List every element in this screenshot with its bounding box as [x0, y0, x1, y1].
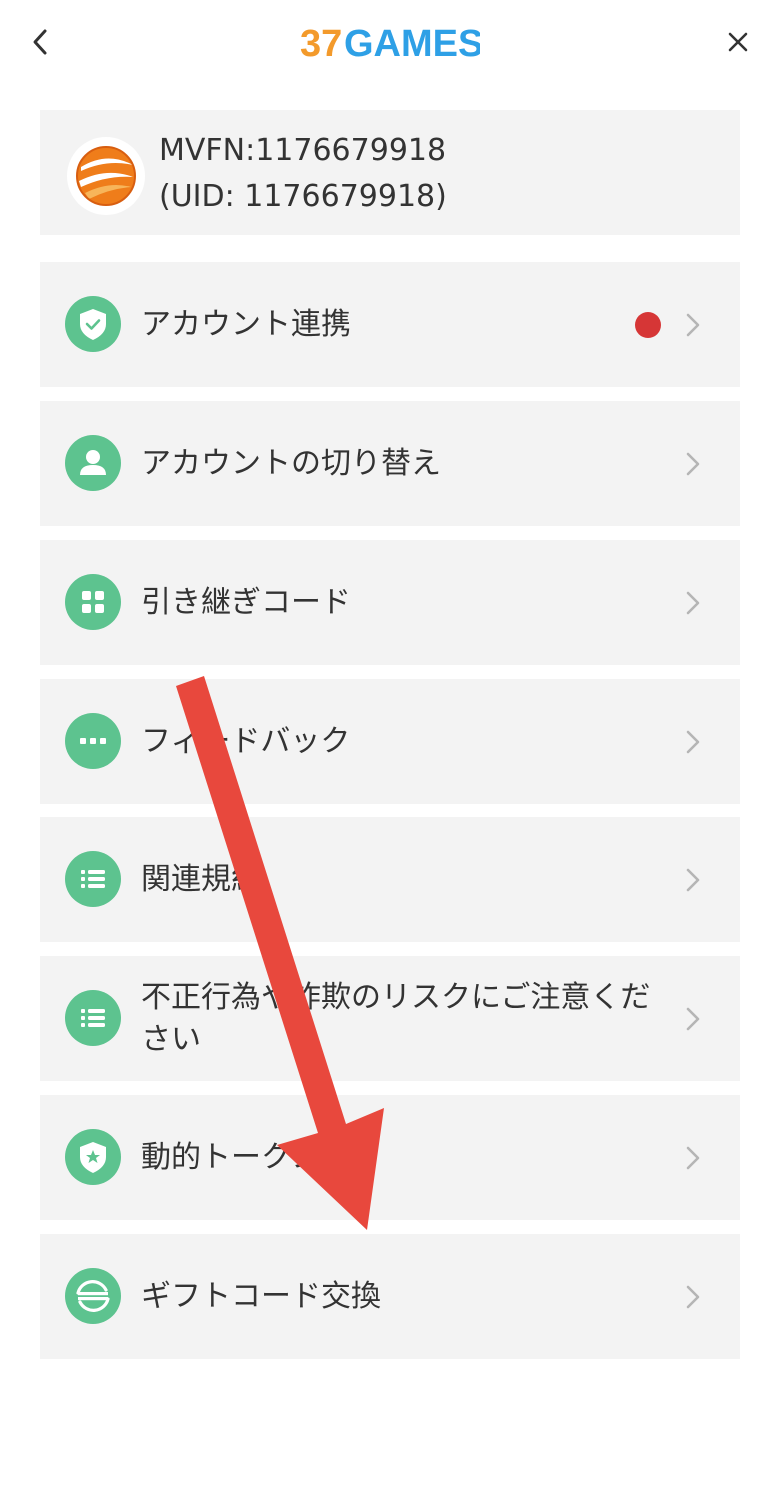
menu-item-transfer-code[interactable]: 引き継ぎコード [40, 540, 740, 665]
shield-star-icon [80, 1142, 106, 1173]
chevron-right-icon [686, 730, 700, 754]
menu-item-account-link[interactable]: アカウント連携 [40, 262, 740, 387]
chevron-right-icon [686, 1285, 700, 1309]
user-name: MVFN:1176679918 [159, 133, 447, 168]
close-button[interactable] [718, 22, 758, 62]
header: 37 GAMES [0, 0, 780, 84]
menu-item-feedback[interactable]: フィードバック [40, 679, 740, 804]
avatar-logo-icon [69, 139, 143, 213]
svg-text:37: 37 [300, 23, 342, 64]
37games-logo: 37 GAMES [300, 23, 480, 64]
chevron-right-icon [686, 1146, 700, 1170]
menu-label: フィードバック [141, 723, 351, 759]
user-card: MVFN:1176679918 (UID: 1176679918) [40, 110, 740, 235]
user-icon [80, 450, 106, 475]
notification-badge [635, 312, 661, 338]
menu-item-terms[interactable]: 関連規約 [40, 817, 740, 942]
menu-label: ギフトコード交換 [141, 1278, 381, 1314]
svg-text:GAMES: GAMES [344, 23, 480, 64]
menu-item-dynamic-token[interactable]: 動的トークン [40, 1095, 740, 1220]
menu-item-switch-account[interactable]: アカウントの切り替え [40, 401, 740, 526]
menu-label: 関連規約 [141, 861, 261, 897]
exchange-icon [76, 1280, 110, 1312]
menu-label: アカウントの切り替え [141, 445, 441, 481]
chevron-right-icon [686, 868, 700, 892]
menu-label: 動的トークン [141, 1139, 321, 1175]
chevron-right-icon [686, 591, 700, 615]
chevron-left-icon [33, 29, 47, 55]
chevron-right-icon [686, 1007, 700, 1031]
back-button[interactable] [20, 22, 60, 62]
list-icon [81, 870, 105, 888]
menu-item-fraud-warning[interactable]: 不正行為や詐欺のリスクにご注意ください [40, 956, 740, 1081]
menu-label: 引き継ぎコード [141, 584, 351, 620]
user-uid: (UID: 1176679918) [159, 179, 447, 214]
menu-item-gift-code[interactable]: ギフトコード交換 [40, 1234, 740, 1359]
avatar [67, 137, 145, 215]
dots-icon [80, 738, 106, 744]
close-icon [728, 32, 748, 52]
chevron-right-icon [686, 313, 700, 337]
menu-label: 不正行為や詐欺のリスクにご注意ください [141, 979, 651, 1057]
menu-label: アカウント連携 [141, 306, 351, 342]
chevron-right-icon [686, 452, 700, 476]
list-icon [81, 1009, 105, 1027]
grid-icon [82, 591, 104, 613]
shield-check-icon [80, 309, 106, 340]
